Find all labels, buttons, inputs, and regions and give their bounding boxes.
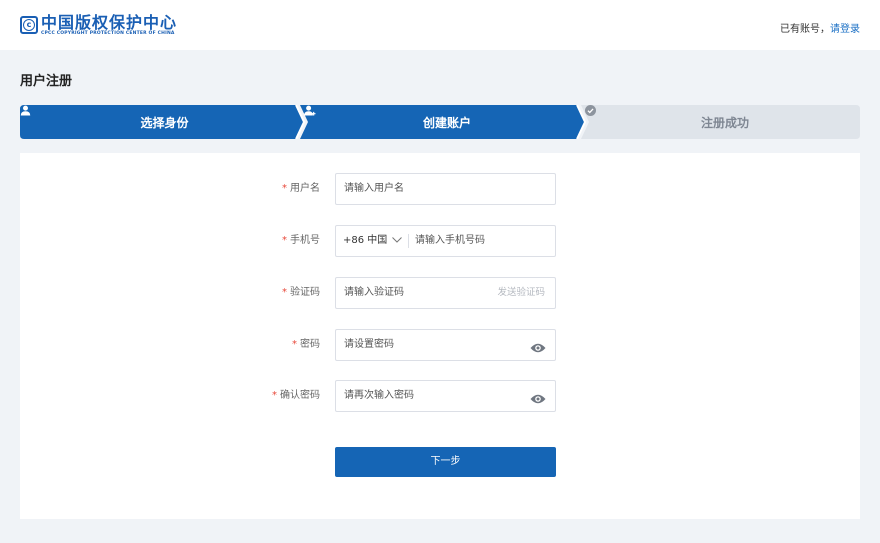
code-label: *验证码 — [282, 277, 320, 309]
username-label: *用户名 — [282, 173, 320, 205]
eye-icon[interactable] — [530, 339, 546, 358]
login-prompt: 已有账号， — [780, 24, 830, 35]
password-input[interactable]: 请设置密码 — [335, 329, 556, 361]
step-select-identity: 选择身份 — [20, 105, 304, 139]
step-create-account: 创建账户 — [304, 105, 585, 139]
cpcc-logo[interactable]: c 中国版权保护中心 CPCC COPYRIGHT PROTECTION CEN… — [20, 12, 177, 38]
page-title: 用户注册 — [20, 70, 72, 89]
next-step-button[interactable]: 下一步 — [335, 447, 556, 477]
phone-input[interactable]: 请输入手机号码 — [415, 226, 485, 256]
username-row: *用户名 请输入用户名 — [20, 173, 860, 205]
phone-label: *手机号 — [282, 225, 320, 257]
step-label: 创建账户 — [423, 114, 471, 131]
eye-icon[interactable] — [530, 390, 546, 409]
chevron-down-icon — [392, 226, 402, 256]
country-code-select[interactable]: +86 中国 — [343, 226, 402, 256]
field-divider — [408, 234, 409, 248]
code-row: *验证码 请输入验证码 发送验证码 — [20, 277, 860, 309]
country-code-value: +86 中国 — [343, 226, 387, 256]
password-placeholder: 请设置密码 — [344, 330, 394, 360]
copyright-icon: c — [20, 16, 38, 34]
confirm-password-row: *确认密码 请再次输入密码 — [20, 380, 860, 412]
confirm-password-placeholder: 请再次输入密码 — [344, 381, 414, 411]
phone-input-group: +86 中国 请输入手机号码 — [335, 225, 556, 257]
step-registration-success: 注册成功 — [585, 105, 860, 139]
code-input[interactable]: 请输入验证码 发送验证码 — [335, 277, 556, 309]
step-label: 注册成功 — [701, 114, 749, 131]
logo-title: 中国版权保护中心 — [41, 14, 177, 31]
username-input[interactable]: 请输入用户名 — [335, 173, 556, 205]
username-placeholder: 请输入用户名 — [344, 174, 404, 204]
password-label: *密码 — [292, 329, 320, 361]
confirm-password-input[interactable]: 请再次输入密码 — [335, 380, 556, 412]
code-placeholder: 请输入验证码 — [344, 278, 404, 308]
login-hint: 已有账号，请登录 — [780, 20, 860, 35]
registration-form: *用户名 请输入用户名 *手机号 +86 中国 请输入手机号码 *验证码 请输入… — [20, 153, 860, 519]
confirm-password-label: *确认密码 — [272, 380, 320, 412]
step-label: 选择身份 — [140, 114, 188, 131]
password-row: *密码 请设置密码 — [20, 329, 860, 361]
step-progress: 选择身份 创建账户 注册成功 — [20, 105, 860, 139]
send-code-button[interactable]: 发送验证码 — [497, 278, 545, 308]
logo-subtitle: CPCC COPYRIGHT PROTECTION CENTER OF CHIN… — [41, 31, 177, 37]
phone-row: *手机号 +86 中国 请输入手机号码 — [20, 225, 860, 257]
login-link[interactable]: 请登录 — [830, 24, 860, 35]
top-header: c 中国版权保护中心 CPCC COPYRIGHT PROTECTION CEN… — [0, 0, 880, 50]
